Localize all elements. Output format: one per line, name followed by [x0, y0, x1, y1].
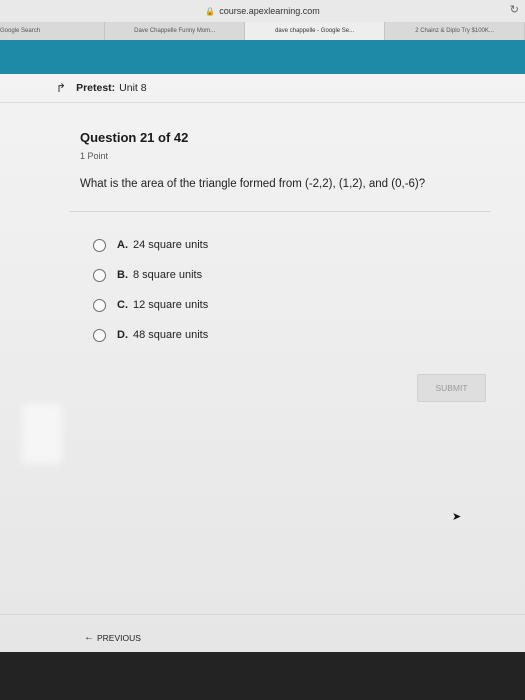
pretest-label: Pretest: [76, 82, 116, 94]
lock-icon: 🔒 [205, 6, 216, 16]
screen-glare [22, 404, 62, 464]
option-text: 12 square units [133, 299, 209, 311]
option-b[interactable]: B. 8 square units [93, 260, 208, 290]
option-letter: C. [117, 299, 128, 311]
option-text: 24 square units [133, 239, 209, 251]
cursor-icon: ➤ [452, 511, 462, 523]
site-header-bar [0, 40, 525, 74]
browser-tab-bar: Google Search Dave Chappelle Funny Mom..… [0, 22, 525, 41]
pretest-unit: Unit 8 [119, 82, 147, 94]
option-text: 8 square units [133, 269, 203, 281]
footer-divider [0, 614, 525, 615]
answer-options: A. 24 square units B. 8 square units C. … [93, 230, 208, 350]
reload-icon[interactable]: ↻ [510, 3, 519, 16]
radio-icon[interactable] [93, 268, 106, 282]
question-title: Question 21 of 42 [80, 130, 189, 145]
pretest-header: ↱ Pretest: Unit 8 [0, 74, 525, 103]
tab-dave-chappelle-google[interactable]: dave chappelle - Google Se... [245, 22, 386, 40]
tab-2-chainz[interactable]: 2 Chainz & Diplo Try $100K... [385, 22, 525, 40]
screen-bezel [0, 652, 525, 700]
question-text: What is the area of the triangle formed … [80, 178, 426, 190]
option-a[interactable]: A. 24 square units [93, 230, 208, 260]
radio-icon[interactable] [93, 238, 106, 252]
option-d[interactable]: D. 48 square units [93, 320, 208, 350]
radio-icon[interactable] [93, 298, 106, 312]
option-text: 48 square units [133, 329, 209, 341]
tab-google-search[interactable]: Google Search [0, 22, 106, 40]
previous-label: PREVIOUS [97, 632, 141, 643]
browser-address-bar[interactable]: 🔒 course.apexlearning.com ↻ [0, 0, 525, 22]
option-c[interactable]: C. 12 square units [93, 290, 208, 320]
submit-button[interactable]: SUBMIT [417, 374, 486, 402]
question-points: 1 Point [80, 151, 109, 161]
option-letter: A. [117, 239, 128, 251]
divider [70, 211, 490, 212]
option-letter: D. [117, 329, 128, 341]
previous-button[interactable]: ← PREVIOUS [84, 632, 141, 643]
quiz-page: ↱ Pretest: Unit 8 Question 21 of 42 1 Po… [0, 74, 525, 652]
url-text[interactable]: course.apexlearning.com [219, 6, 320, 16]
back-arrow-icon[interactable]: ↱ [56, 81, 66, 95]
tab-dave-chappelle-funny[interactable]: Dave Chappelle Funny Mom... [105, 22, 246, 40]
radio-icon[interactable] [93, 328, 106, 342]
left-arrow-icon: ← [84, 632, 94, 643]
option-letter: B. [117, 269, 128, 281]
